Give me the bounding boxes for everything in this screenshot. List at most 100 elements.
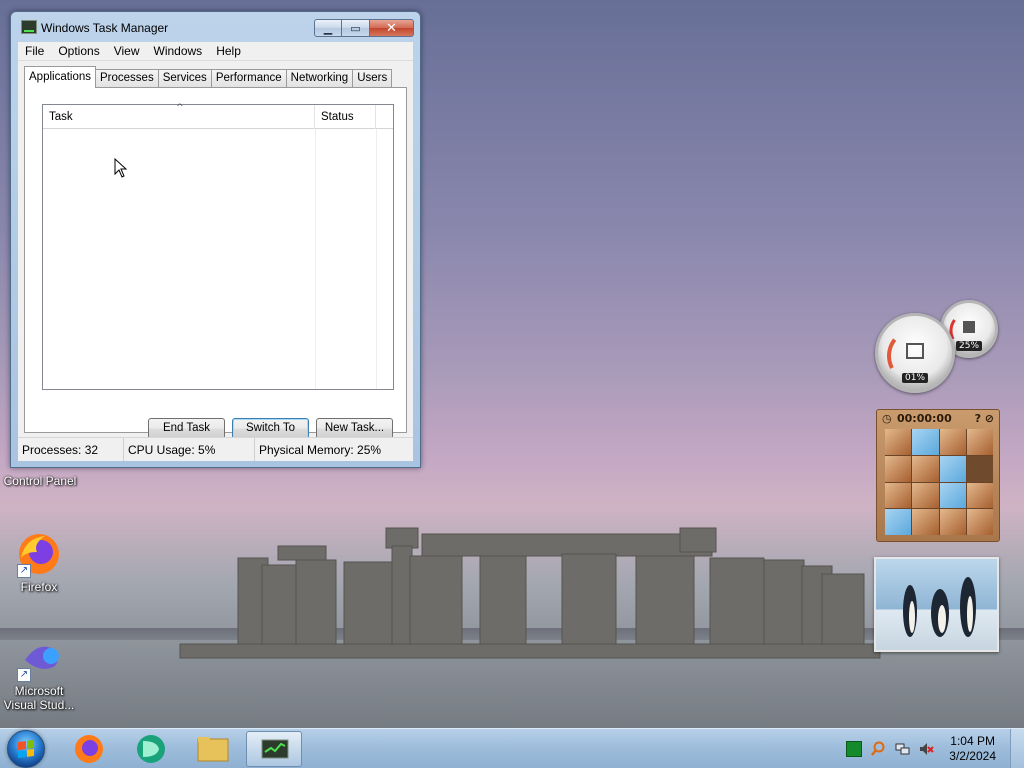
tab-networking[interactable]: Networking: [285, 69, 354, 88]
start-button[interactable]: [7, 730, 45, 768]
tab-processes[interactable]: Processes: [95, 69, 159, 88]
taskbar-task-manager[interactable]: [246, 731, 302, 767]
puzzle-piece[interactable]: [939, 509, 966, 535]
slideshow-gadget[interactable]: [874, 557, 999, 652]
maximize-button[interactable]: ▭: [342, 19, 370, 37]
sort-ascending-icon: ^: [176, 103, 184, 113]
status-processes: Processes: 32: [18, 438, 124, 461]
menu-help[interactable]: Help: [209, 42, 248, 60]
close-icon: ✕: [386, 20, 397, 36]
puzzle-piece[interactable]: [939, 482, 966, 509]
task-list[interactable]: ^ Task Status: [42, 103, 394, 390]
menu-options[interactable]: Options: [51, 42, 106, 60]
column-divider: [376, 129, 377, 389]
show-desktop-button[interactable]: [1010, 729, 1024, 768]
taskbar-file-explorer[interactable]: [185, 731, 241, 767]
close-button[interactable]: ✕: [370, 19, 414, 37]
puzzle-piece[interactable]: [966, 482, 993, 509]
volume-muted-icon[interactable]: [918, 741, 934, 757]
folder-icon: [197, 737, 229, 762]
puzzle-piece[interactable]: [912, 482, 939, 509]
end-task-button[interactable]: End Task: [148, 418, 225, 439]
clock[interactable]: 1:04 PM 3/2/2024: [949, 734, 996, 764]
puzzle-grid: [885, 429, 993, 535]
network-icon[interactable]: [894, 741, 910, 757]
help-icon[interactable]: ?: [975, 412, 981, 425]
puzzle-piece[interactable]: [912, 455, 939, 482]
menu-bar: File Options View Windows Help: [18, 42, 413, 61]
memory-readout: 25%: [955, 341, 983, 351]
puzzle-piece[interactable]: [912, 509, 939, 535]
window-title: Windows Task Manager: [41, 21, 169, 35]
firefox-icon: [75, 735, 103, 763]
desktop-icon-label: Firefox: [20, 580, 58, 594]
timer-icon: ◷: [882, 412, 892, 425]
task-manager-icon: [261, 739, 289, 759]
menu-file[interactable]: File: [18, 42, 51, 60]
switch-to-button[interactable]: Switch To: [232, 418, 309, 439]
cpu-meter-gadget[interactable]: 01%: [875, 313, 955, 393]
firefox-icon: ↗: [15, 530, 63, 578]
taskbar-media-player[interactable]: [123, 731, 179, 767]
stonehenge-scenery: [179, 527, 881, 659]
menu-windows[interactable]: Windows: [147, 42, 210, 60]
desktop-icon-label: Visual Stud...: [3, 698, 75, 712]
picture-puzzle-gadget[interactable]: ◷ 00:00:00 ? ⊘: [876, 409, 1000, 542]
puzzle-timer-value: 00:00:00: [897, 412, 952, 425]
penguins-image: [903, 577, 976, 637]
desktop-icon-visual-studio[interactable]: ↗ Microsoft Visual Stud...: [0, 634, 79, 712]
puzzle-piece[interactable]: [912, 429, 939, 455]
puzzle-piece[interactable]: [939, 455, 966, 482]
puzzle-piece[interactable]: [885, 429, 912, 455]
applications-panel: ^ Task Status End Task Switch To New Tas…: [24, 87, 407, 439]
taskbar-firefox[interactable]: [61, 731, 117, 767]
puzzle-empty-slot: [966, 455, 993, 482]
clock-date: 3/2/2024: [949, 749, 996, 763]
new-task-button[interactable]: New Task...: [316, 418, 393, 439]
green-square-icon[interactable]: [846, 741, 862, 757]
tab-performance[interactable]: Performance: [210, 69, 287, 88]
clock-time: 1:04 PM: [950, 734, 995, 748]
desktop-icon-label: Microsoft: [14, 684, 64, 698]
task-manager-icon: [21, 20, 37, 34]
cpu-readout: 01%: [901, 373, 929, 383]
desktop-icon-control-panel[interactable]: Control Panel: [0, 474, 80, 488]
tab-users[interactable]: Users: [352, 69, 393, 88]
windows-logo-icon: [18, 739, 34, 759]
desktop-icon-label: Control Panel: [3, 474, 77, 488]
list-header: ^ Task Status: [43, 103, 393, 129]
mouse-cursor-icon: [114, 158, 128, 178]
shortcut-arrow-icon: ↗: [17, 564, 31, 578]
title-bar[interactable]: Windows Task Manager ▁ ▭ ✕: [11, 12, 420, 42]
minimize-button[interactable]: ▁: [314, 19, 342, 37]
tab-services[interactable]: Services: [157, 69, 212, 88]
puzzle-timer: ◷ 00:00:00 ? ⊘: [877, 410, 999, 427]
puzzle-piece[interactable]: [885, 509, 912, 535]
puzzle-piece[interactable]: [885, 482, 912, 509]
task-manager-window[interactable]: Windows Task Manager ▁ ▭ ✕ File Options …: [10, 11, 421, 468]
puzzle-piece[interactable]: [885, 455, 912, 482]
status-cpu-usage: CPU Usage: 5%: [124, 438, 255, 461]
caption-buttons: ▁ ▭ ✕: [314, 19, 414, 37]
status-physical-memory: Physical Memory: 25%: [259, 443, 382, 457]
window-client-area: File Options View Windows Help Applicati…: [18, 42, 413, 461]
taskbar: 1:04 PM 3/2/2024: [0, 728, 1024, 768]
status-bar: Processes: 32 CPU Usage: 5% Physical Mem…: [18, 437, 413, 461]
search-icon[interactable]: [870, 741, 886, 757]
menu-view[interactable]: View: [107, 42, 147, 60]
solve-icon[interactable]: ⊘: [985, 412, 994, 425]
column-header-status[interactable]: Status: [315, 105, 376, 129]
puzzle-piece[interactable]: [966, 429, 993, 455]
visual-studio-icon: ↗: [15, 634, 63, 682]
maximize-icon: ▭: [350, 21, 361, 35]
minimize-icon: ▁: [323, 21, 333, 35]
desktop-icon-firefox[interactable]: ↗ Firefox: [0, 530, 79, 594]
tab-strip: Applications Processes Services Performa…: [24, 66, 393, 88]
puzzle-piece[interactable]: [939, 429, 966, 455]
system-tray: 1:04 PM 3/2/2024: [844, 729, 1024, 768]
column-divider: [315, 129, 316, 389]
shortcut-arrow-icon: ↗: [17, 668, 31, 682]
puzzle-piece[interactable]: [966, 509, 993, 535]
tab-applications[interactable]: Applications: [24, 66, 97, 88]
media-player-icon: [137, 735, 165, 763]
